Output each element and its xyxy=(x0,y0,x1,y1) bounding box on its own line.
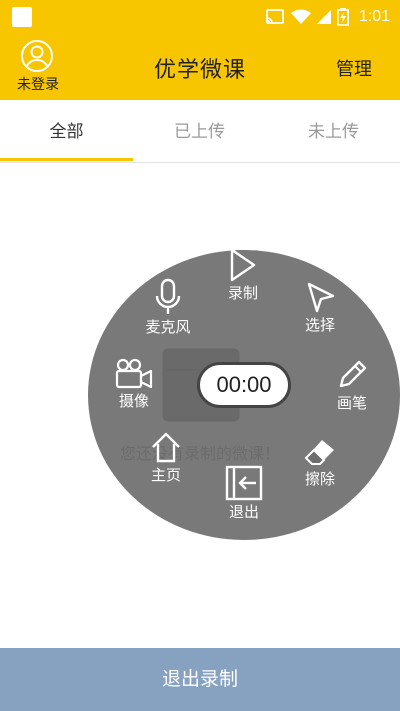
tab-underline xyxy=(0,158,133,161)
pen-label: 画笔 xyxy=(336,394,367,412)
home-icon xyxy=(152,432,180,463)
tab-not-uploaded[interactable]: 未上传 xyxy=(267,100,400,162)
status-icons: 1:01 xyxy=(265,5,390,29)
signal-icon xyxy=(316,10,331,24)
video-camera-icon xyxy=(115,358,153,389)
exit-icon xyxy=(225,465,263,501)
manage-button[interactable]: 管理 xyxy=(336,55,372,81)
pen-button[interactable]: 画笔 xyxy=(332,358,372,413)
home-button[interactable]: 主页 xyxy=(144,430,188,485)
microphone-icon xyxy=(155,278,181,314)
exit-button[interactable]: 退出 xyxy=(223,465,265,522)
cursor-icon xyxy=(307,282,335,313)
record-label: 录制 xyxy=(227,284,258,302)
exit-recording-button[interactable]: 退出录制 xyxy=(0,648,400,711)
select-label: 选择 xyxy=(304,316,335,334)
tab-all[interactable]: 全部 xyxy=(0,100,133,162)
eraser-icon xyxy=(304,440,334,465)
erase-button[interactable]: 擦除 xyxy=(300,434,340,489)
cast-icon xyxy=(265,9,284,24)
record-timer: 00:00 xyxy=(197,362,291,408)
select-button[interactable]: 选择 xyxy=(300,280,340,335)
microphone-label: 麦克风 xyxy=(145,318,191,336)
tab-bar: 全部 已上传 未上传 xyxy=(0,100,400,163)
app-header: 未登录 优学微课 管理 xyxy=(0,33,400,100)
battery-icon xyxy=(336,8,349,26)
wifi-icon xyxy=(290,9,311,24)
play-icon xyxy=(230,248,256,282)
camera-label: 摄像 xyxy=(118,392,149,410)
tab-uploaded[interactable]: 已上传 xyxy=(133,100,266,162)
notification-icon xyxy=(12,7,32,27)
microphone-button[interactable]: 麦克风 xyxy=(138,278,198,337)
erase-label: 擦除 xyxy=(304,470,335,488)
exit-label: 退出 xyxy=(228,503,259,521)
camera-button[interactable]: 摄像 xyxy=(112,358,156,411)
home-label: 主页 xyxy=(150,466,181,484)
status-time: 1:01 xyxy=(358,8,390,25)
status-bar: 1:01 xyxy=(0,0,400,33)
record-button[interactable]: 录制 xyxy=(221,248,265,303)
pencil-icon xyxy=(339,360,367,388)
